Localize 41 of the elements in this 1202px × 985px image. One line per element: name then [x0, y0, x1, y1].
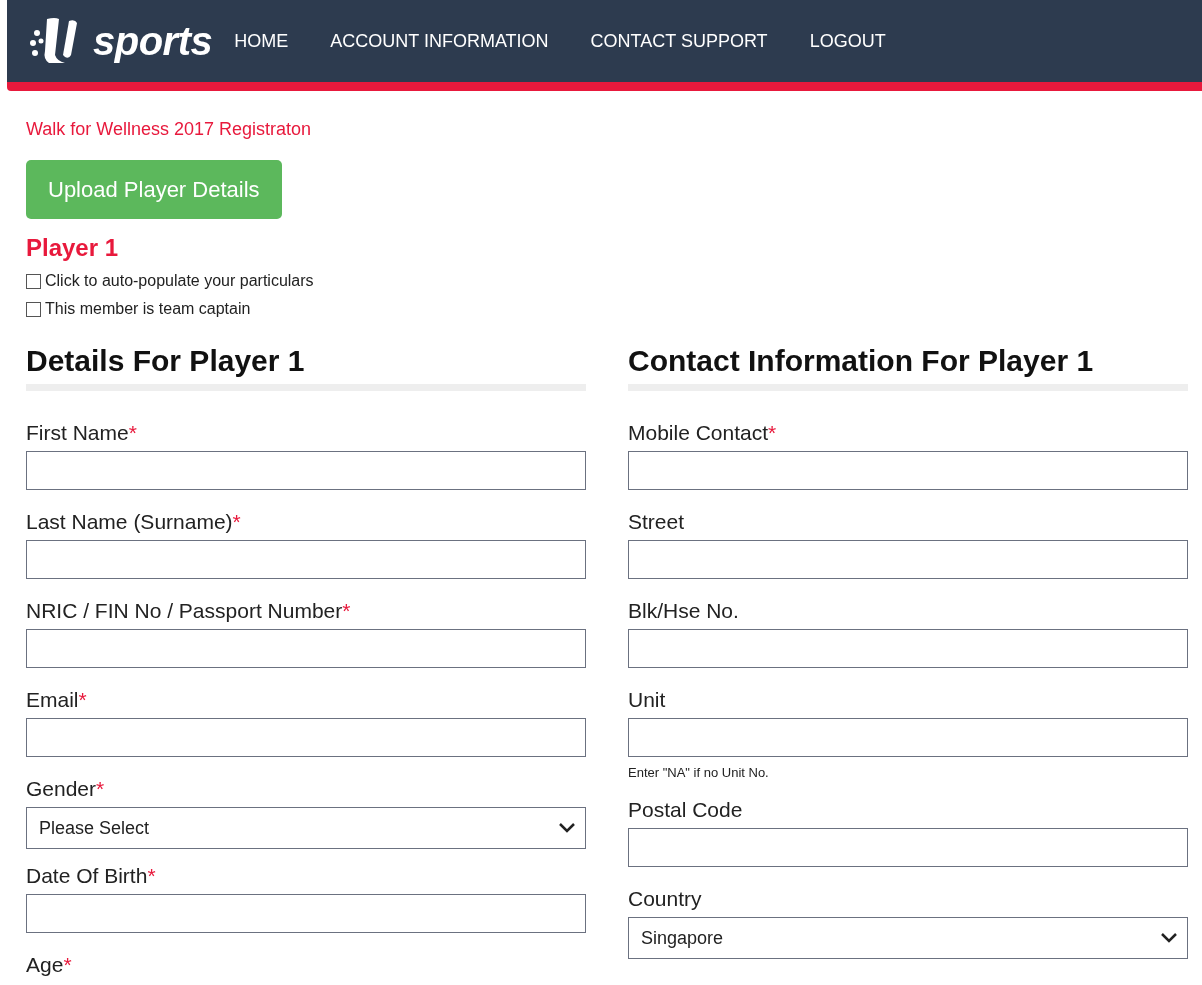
checkbox[interactable] [26, 301, 41, 317]
text-field[interactable] [26, 894, 586, 933]
nav-link[interactable]: LOGOUT [809, 30, 886, 52]
select-field[interactable]: Singapore [628, 917, 1188, 959]
chevron-down-icon [1161, 933, 1177, 943]
checkbox-label: Click to auto-populate your particulars [45, 272, 314, 290]
field-label: Country [628, 887, 703, 911]
text-field[interactable] [26, 451, 586, 490]
player-heading: Player 1 [26, 234, 120, 262]
text-field[interactable] [26, 540, 586, 579]
field-label: First Name* [26, 421, 138, 445]
text-field[interactable] [628, 718, 1188, 757]
field-label: Age* [26, 953, 73, 977]
text-field[interactable] [26, 718, 586, 757]
nav-link[interactable]: ACCOUNT INFORMATION [330, 30, 549, 52]
text-field[interactable] [628, 629, 1188, 668]
select-field[interactable]: Please Select [26, 807, 586, 849]
field-label: Email* [26, 688, 88, 712]
field-hint: Enter "NA" if no Unit No. [628, 765, 770, 780]
checkbox-label: This member is team captain [45, 300, 251, 318]
logo-text: sports [93, 18, 213, 64]
section-heading: Details For Player 1 [26, 344, 586, 391]
text-field[interactable] [26, 629, 586, 668]
checkbox[interactable] [26, 273, 41, 289]
field-label: Mobile Contact* [628, 421, 778, 445]
section-heading: Contact Information For Player 1 [628, 344, 1188, 391]
chevron-down-icon [559, 823, 575, 833]
field-label: Blk/Hse No. [628, 599, 740, 623]
text-field[interactable] [628, 451, 1188, 490]
field-label: NRIC / FIN No / Passport Number* [26, 599, 352, 623]
field-label: Unit [628, 688, 667, 712]
event-title: Walk for Wellness 2017 Registraton [26, 119, 313, 140]
nav-link[interactable]: CONTACT SUPPORT [590, 30, 768, 52]
text-field[interactable] [628, 828, 1188, 867]
nav-link[interactable]: HOME [234, 30, 289, 52]
field-label: Gender* [26, 777, 106, 801]
text-field[interactable] [628, 540, 1188, 579]
field-label: Last Name (Surname)* [26, 510, 242, 534]
field-label: Street [628, 510, 686, 534]
field-label: Date Of Birth* [26, 864, 157, 888]
field-label: Postal Code [628, 798, 744, 822]
